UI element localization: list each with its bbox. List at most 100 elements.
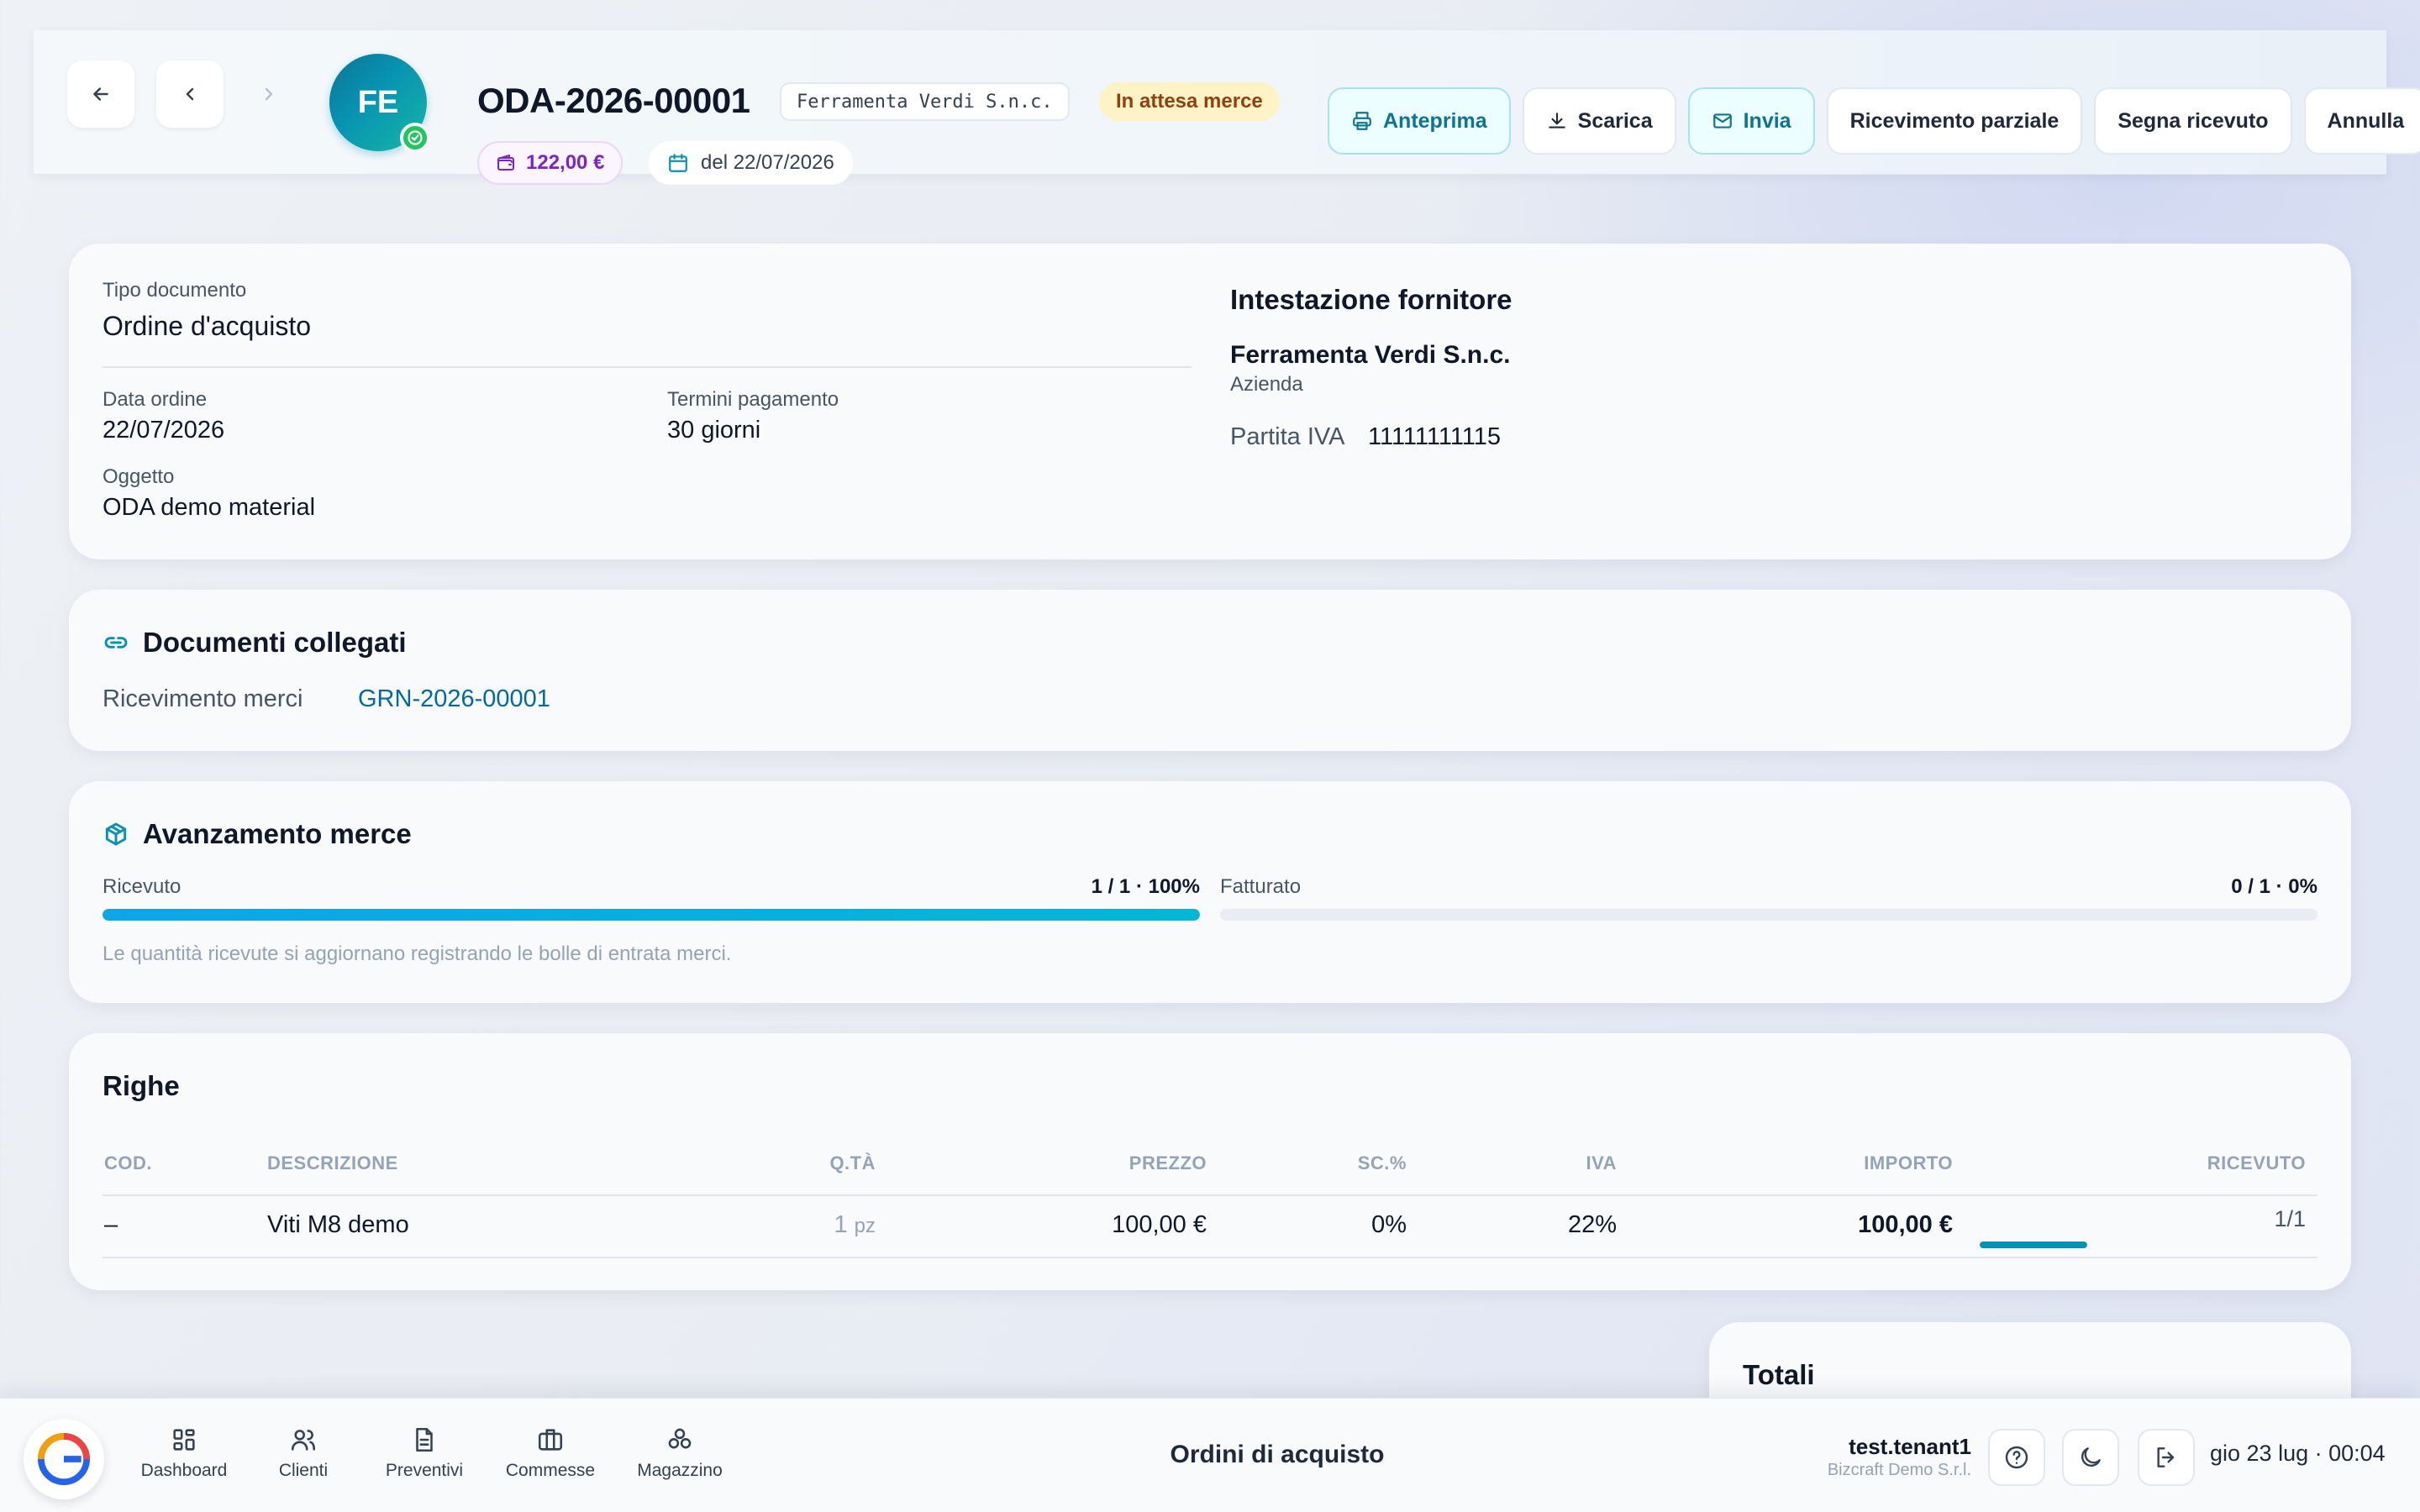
- app-logo-button[interactable]: [24, 1419, 104, 1499]
- supplier-type: Azienda: [1230, 373, 1303, 396]
- nav-clienti-label: Clienti: [278, 1461, 329, 1480]
- datetime: gio 23 lug · 00:04: [2210, 1441, 2386, 1466]
- arrow-left-icon: [93, 87, 108, 101]
- linked-documents-card: Documenti collegati Ricevimento merci GR…: [69, 590, 2351, 751]
- document-icon: [416, 1427, 433, 1452]
- next-document-button[interactable]: [235, 60, 302, 128]
- goods-receipt-label: Ricevimento merci: [103, 685, 303, 712]
- linked-documents-title-text: Documenti collegati: [143, 627, 407, 658]
- logout-button[interactable]: [2138, 1429, 2195, 1486]
- col-qty: Q.TÀ: [829, 1152, 876, 1173]
- col-vat: IVA: [1586, 1152, 1617, 1173]
- col-code: COD.: [104, 1152, 152, 1173]
- mark-received-button[interactable]: Segna ricevuto: [2094, 87, 2292, 155]
- table-header-divider: [103, 1194, 2317, 1196]
- doc-type-value: Ordine d'acquisto: [103, 311, 312, 341]
- nav-commesse[interactable]: Commesse: [496, 1425, 605, 1481]
- goods-progress-card: Avanzamento merce Ricevuto 1 / 1 · 100% …: [69, 781, 2351, 1003]
- vat-label: Partita IVA: [1230, 423, 1345, 450]
- nav-dashboard[interactable]: Dashboard: [129, 1425, 239, 1481]
- totals-title: Totali: [1743, 1359, 1815, 1390]
- invoiced-value: 0 / 1 · 0%: [2231, 875, 2317, 898]
- page-title: Ordini di acquisto: [1170, 1441, 1385, 1468]
- row-unit: pz: [854, 1215, 876, 1237]
- status-badge: In attesa merce: [1099, 82, 1280, 121]
- received-value: 1 / 1 · 100%: [1091, 875, 1200, 898]
- cancel-button[interactable]: Annulla: [2303, 87, 2420, 155]
- received-label: Ricevuto: [103, 875, 182, 898]
- divider: [103, 366, 1192, 368]
- vat-value: 11111111115: [1368, 423, 1502, 450]
- link-icon: [104, 637, 128, 648]
- row-received-bar: [1980, 1242, 2087, 1248]
- mail-icon: [1712, 113, 1732, 129]
- row-vat: 22%: [1567, 1211, 1617, 1238]
- nav-clienti[interactable]: Clienti: [249, 1425, 358, 1481]
- amount-chip: 122,00 €: [477, 141, 623, 185]
- subject-value: ODA demo material: [103, 494, 316, 521]
- row-received-fill: [1980, 1242, 2087, 1248]
- send-button[interactable]: Invia: [1687, 87, 1815, 155]
- amount-value: 122,00 €: [526, 151, 605, 174]
- supplier-name: Ferramenta Verdi S.n.c.: [1230, 341, 1511, 369]
- row-amount: 100,00 €: [1858, 1211, 1953, 1238]
- payment-terms-label: Termini pagamento: [667, 388, 839, 411]
- users-icon: [291, 1430, 316, 1451]
- supplier-heading: Intestazione fornitore: [1230, 284, 1512, 315]
- app-logo-icon: [38, 1433, 90, 1485]
- col-amount: IMPORTO: [1864, 1152, 1953, 1173]
- verified-badge: [400, 123, 430, 153]
- row-qty-cell: 1 pz: [723, 1211, 876, 1239]
- user-name: test.tenant1: [1849, 1434, 1971, 1459]
- briefcase-icon: [538, 1429, 563, 1451]
- partial-receipt-button[interactable]: Ricevimento parziale: [1826, 87, 2083, 155]
- company-name: Bizcraft Demo S.r.l.: [1827, 1461, 1971, 1479]
- row-discount: 0%: [1371, 1211, 1407, 1238]
- printer-icon: [1353, 112, 1371, 130]
- dashboard-icon: [173, 1429, 195, 1451]
- payment-terms-value: 30 giorni: [667, 417, 761, 444]
- check-circle-icon: [408, 130, 423, 145]
- row-description: Viti M8 demo: [267, 1211, 409, 1238]
- date-value: del 22/07/2026: [701, 151, 834, 174]
- partial-receipt-label: Ricevimento parziale: [1849, 108, 2060, 133]
- previous-document-button[interactable]: [156, 60, 224, 128]
- nav-magazzino-label: Magazzino: [637, 1461, 723, 1480]
- chevron-right-icon: [265, 87, 273, 101]
- download-icon: [1548, 113, 1565, 129]
- received-progress-fill: [103, 909, 1200, 921]
- chevron-left-icon: [186, 87, 194, 101]
- col-description: DESCRIZIONE: [267, 1152, 398, 1173]
- moon-icon: [2081, 1447, 2101, 1467]
- help-button[interactable]: [1988, 1429, 2045, 1486]
- col-received: RICEVUTO: [2207, 1152, 2306, 1173]
- mark-received-label: Segna ricevuto: [2118, 108, 2269, 133]
- subject-label: Oggetto: [103, 465, 175, 488]
- preview-button[interactable]: Anteprima: [1328, 87, 1511, 155]
- nav-commesse-label: Commesse: [505, 1461, 596, 1480]
- table-row-divider: [103, 1257, 2317, 1258]
- send-label: Invia: [1743, 108, 1791, 133]
- order-date-value: 22/07/2026: [103, 417, 225, 444]
- theme-toggle-button[interactable]: [2062, 1429, 2119, 1486]
- document-header: FE ODA-2026-00001 Ferramenta Verdi S.n.c…: [34, 30, 2420, 185]
- goods-receipt-link[interactable]: GRN-2026-00001: [358, 685, 550, 713]
- avatar-initials: FE: [357, 84, 399, 120]
- col-discount: SC.%: [1357, 1152, 1407, 1173]
- document-number: ODA-2026-00001: [477, 81, 750, 120]
- row-code: –: [104, 1211, 118, 1238]
- col-price: PREZZO: [1128, 1152, 1207, 1173]
- row-received: 1/1: [2274, 1206, 2306, 1231]
- nav-magazzino[interactable]: Magazzino: [625, 1425, 734, 1481]
- wallet-icon: [497, 155, 514, 171]
- back-button[interactable]: [67, 60, 134, 128]
- order-date-label: Data ordine: [103, 388, 208, 411]
- invoiced-progress-bar: [1220, 909, 2317, 921]
- download-button[interactable]: Scarica: [1522, 87, 1676, 155]
- nav-preventivi[interactable]: Preventivi: [370, 1425, 479, 1481]
- preview-label: Anteprima: [1383, 108, 1487, 133]
- cancel-label: Annulla: [2327, 108, 2405, 133]
- logout-icon: [2157, 1447, 2175, 1467]
- linked-documents-title: Documenti collegati: [103, 627, 407, 659]
- nav-preventivi-label: Preventivi: [385, 1461, 464, 1480]
